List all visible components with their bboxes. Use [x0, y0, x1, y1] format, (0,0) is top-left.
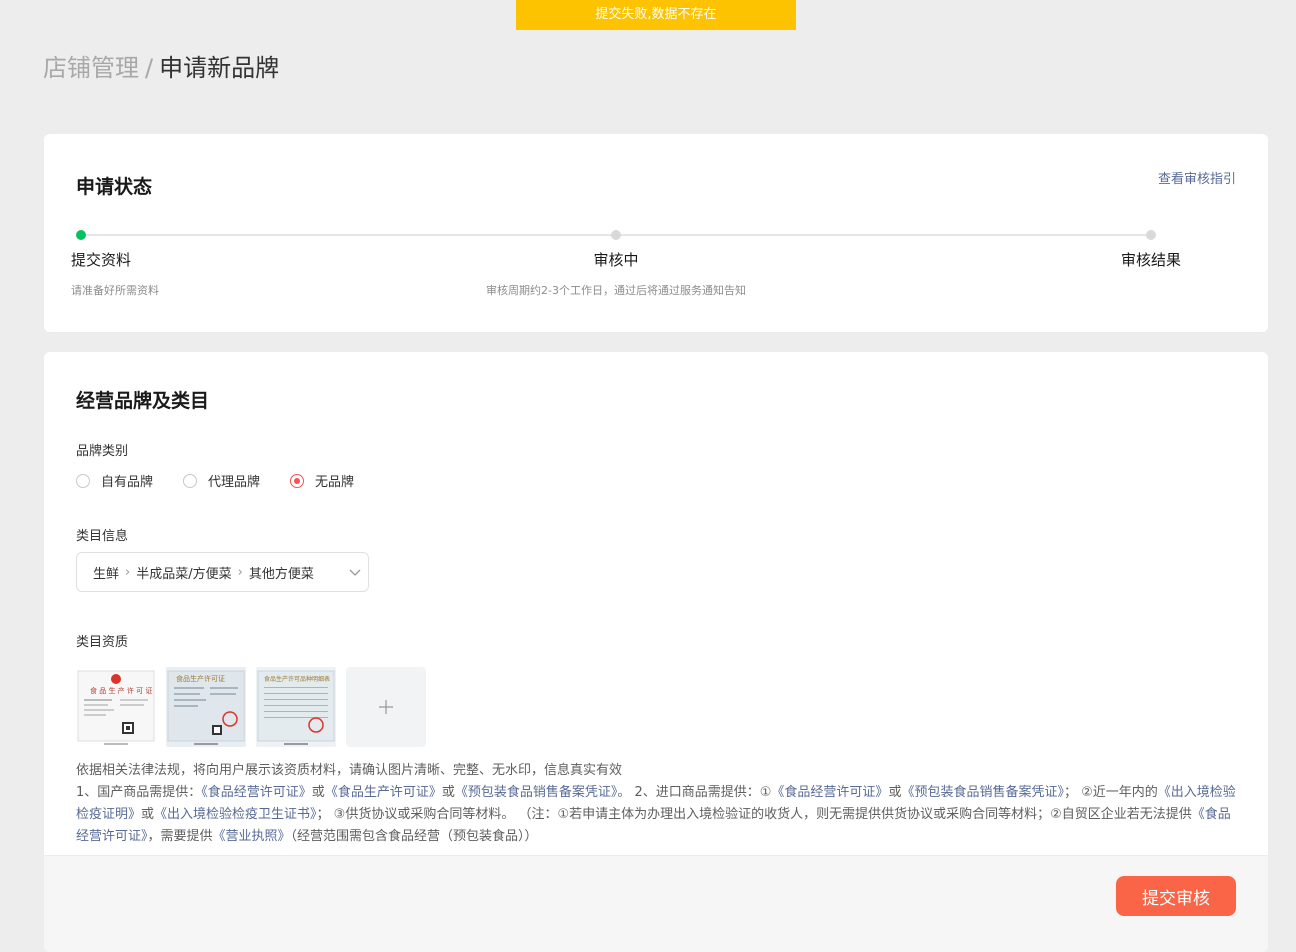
qualification-images: 食 品 生 产 许 可 证 食品生产许可证 食品生产许可品种明细表 — [76, 667, 426, 747]
svg-text:食品生产许可证: 食品生产许可证 — [176, 674, 225, 683]
chevron-right-icon: › — [237, 564, 243, 580]
action-footer: 提交审核 — [44, 855, 1268, 952]
submit-review-button[interactable]: 提交审核 — [1116, 876, 1236, 916]
doc-link-prepackaged-filing[interactable]: 《预包装食品销售备案凭证》 — [455, 785, 618, 800]
qualification-image-thumbnail[interactable]: 食品生产许可品种明细表 — [256, 667, 336, 747]
plus-icon — [379, 700, 393, 714]
notice-text: 或 — [441, 785, 455, 800]
step-dot-review — [611, 230, 621, 240]
notice-text: 。 2、进口商品需提供：① — [617, 785, 772, 800]
step-dot-result — [1146, 230, 1156, 240]
notice-text: ，需要提供 — [147, 829, 213, 844]
brand-category-card: 经营品牌及类目 品牌类别 自有品牌 代理品牌 无品牌 类目信息 生鲜 › 半成品… — [44, 352, 1268, 952]
page-title: 申请新品牌 — [159, 54, 280, 82]
radio-no-brand[interactable]: 无品牌 — [290, 471, 354, 490]
notice-text: 或 — [311, 785, 325, 800]
doc-link-business-license[interactable]: 《营业执照》 — [213, 829, 291, 844]
brand-card-title: 经营品牌及类目 — [76, 390, 210, 412]
breadcrumb: 店铺管理 / 申请新品牌 — [43, 50, 279, 86]
step-desc-review: 审核周期约2-3个工作日，通过后将通过服务通知告知 — [486, 284, 746, 297]
radio-label: 无品牌 — [315, 475, 355, 490]
notice-text: （经营范围需包含食品经营（预包装食品）） — [290, 829, 538, 844]
category-info-label: 类目信息 — [76, 529, 129, 544]
doc-link-food-business-license[interactable]: 《食品经营许可证》 — [201, 785, 312, 800]
review-guide-link[interactable]: 查看审核指引 — [1158, 168, 1236, 187]
notice-text: 或 — [888, 785, 902, 800]
step-desc-submit: 请准备好所需资料 — [71, 284, 159, 297]
radio-own-brand[interactable]: 自有品牌 — [76, 471, 153, 490]
application-status-card: 申请状态 查看审核指引 提交资料 审核中 审核结果 请准备好所需资料 审核周期约… — [44, 134, 1268, 332]
qualification-label: 类目资质 — [76, 635, 129, 650]
category-level-1: 生鲜 — [93, 566, 120, 582]
doc-link-food-production-license[interactable]: 《食品生产许可证》 — [325, 785, 442, 800]
step-label-result: 审核结果 — [1120, 251, 1182, 269]
notice-requirements: 1、国产商品需提供：《食品经营许可证》或《食品生产许可证》或《预包装食品销售备案… — [76, 782, 1236, 848]
chevron-right-icon: › — [125, 564, 131, 580]
step-label-review: 审核中 — [593, 251, 639, 269]
step-label-submit: 提交资料 — [71, 251, 132, 269]
breadcrumb-parent-link[interactable]: 店铺管理 — [43, 54, 139, 82]
svg-text:食品生产许可品种明细表: 食品生产许可品种明细表 — [264, 675, 330, 683]
notice-text: 或 — [141, 807, 155, 822]
add-image-button[interactable] — [346, 667, 426, 747]
status-card-title: 申请状态 — [76, 176, 153, 198]
radio-checked-icon — [290, 473, 305, 488]
radio-agent-brand[interactable]: 代理品牌 — [183, 471, 260, 490]
qualification-notice: 依据相关法律法规，将向用户展示该资质材料，请确认图片清晰、完整、无水印，信息真实… — [76, 760, 1236, 848]
notice-text: ； ③供货协议或采购合同等材料。 （注：①若申请主体为办理出入境检验证的收货人，… — [316, 807, 1192, 822]
radio-circle-icon — [76, 473, 90, 488]
notice-text: ； ②近一年内的 — [1063, 785, 1158, 800]
notice-text: 1、国产商品需提供： — [76, 785, 202, 800]
category-level-3: 其他方便菜 — [248, 566, 314, 582]
brand-type-label: 品牌类别 — [76, 444, 129, 459]
doc-link-health-certificate[interactable]: 《出入境检验检疫卫生证书》 — [154, 807, 317, 822]
radio-label: 代理品牌 — [208, 475, 261, 490]
qualification-image-thumbnail[interactable]: 食品生产许可证 — [166, 667, 246, 747]
svg-text:食 品 生 产 许 可 证: 食 品 生 产 许 可 证 — [90, 686, 152, 695]
category-level-2: 半成品菜/方便菜 — [136, 566, 232, 582]
notice-intro: 依据相关法律法规，将向用户展示该资质材料，请确认图片清晰、完整、无水印，信息真实… — [76, 763, 623, 778]
chevron-down-icon — [348, 565, 362, 583]
qualification-image-thumbnail[interactable]: 食 品 生 产 许 可 证 — [76, 667, 156, 747]
brand-type-radio-group: 自有品牌 代理品牌 无品牌 — [76, 471, 384, 490]
error-toast: 提交失败,数据不存在 — [516, 0, 796, 30]
step-dot-submit — [76, 230, 86, 240]
doc-link-prepackaged-filing[interactable]: 《预包装食品销售备案凭证》 — [901, 785, 1064, 800]
breadcrumb-separator: / — [145, 54, 154, 82]
category-select[interactable]: 生鲜 › 半成品菜/方便菜 › 其他方便菜 — [76, 552, 369, 592]
doc-link-food-business-license[interactable]: 《食品经营许可证》 — [771, 785, 888, 800]
radio-circle-icon — [183, 473, 198, 488]
radio-label: 自有品牌 — [101, 475, 154, 490]
